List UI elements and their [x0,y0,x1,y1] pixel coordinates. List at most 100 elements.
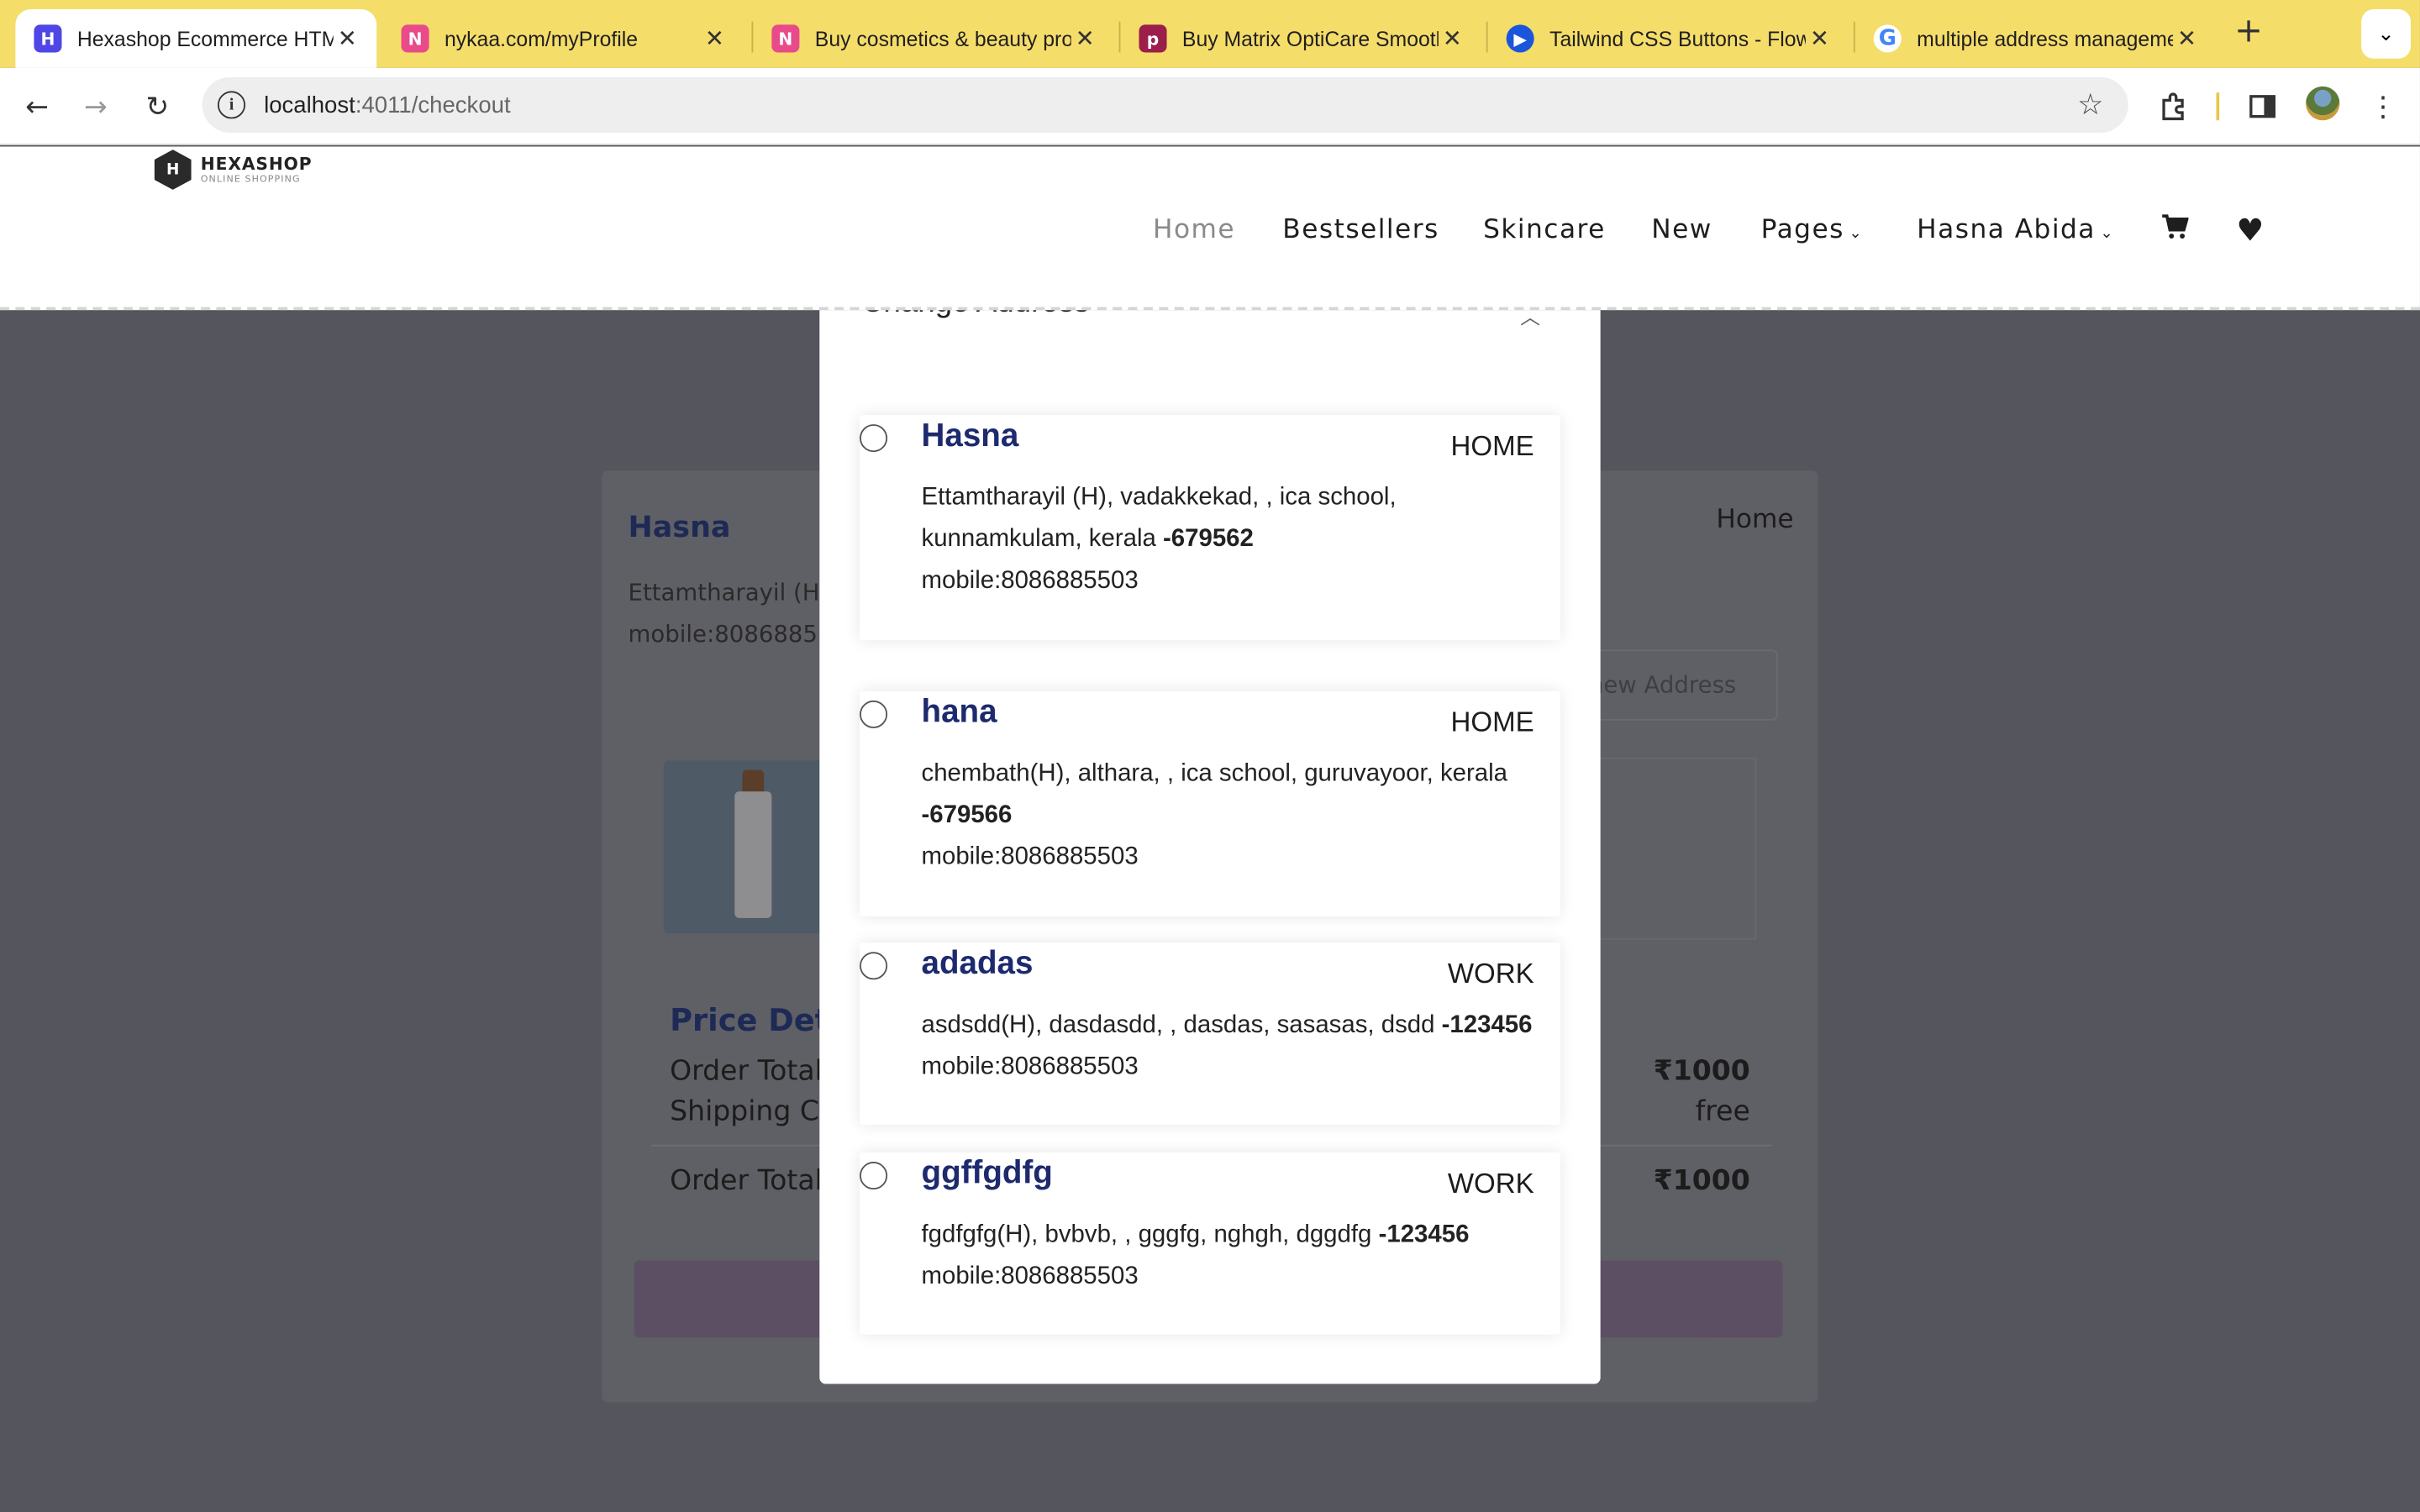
address-body: chembath(H), althara, , ica school, guru… [922,753,1539,878]
url-host: localhost [264,92,355,118]
new-tab-icon[interactable]: + [2232,14,2265,49]
logo-letter: H [166,160,180,179]
forward-arrow-icon[interactable]: → [77,88,114,125]
address-radio[interactable] [860,424,888,453]
tab-title: Buy Matrix OptiCare Smooth [1181,27,1439,50]
address-type: HOME [1450,706,1534,738]
play-favicon-icon: ▶ [1506,24,1534,53]
nav-user-label: Hasna Abida [1917,214,2096,246]
site-info-icon[interactable]: i [217,91,246,119]
toolbar-divider [2216,92,2220,121]
side-panel-icon[interactable] [2244,88,2281,125]
address-name: Hasna [921,417,1019,454]
site-header: H HEXASHOP ONLINE SHOPPING Home Bestsell… [0,146,2420,311]
address-card[interactable]: adadas WORK asdsdd(H), dasdasdd, , dasda… [860,942,1560,1125]
address-type: WORK [1447,958,1534,990]
address-name: adadas [921,945,1034,982]
cart-icon[interactable] [2160,214,2190,247]
address-type: WORK [1447,1168,1534,1200]
modal-title: Change Address [861,310,1090,321]
browser-toolbar: ← → ↻ i localhost:4011/checkout ☆ ⋮ [0,67,2420,145]
nav-pages[interactable]: Pages ⌄ [1761,214,1864,245]
address-mobile: mobile:8086885503 [921,843,1139,870]
nav-home[interactable]: Home [1153,214,1235,245]
tab-title: multiple address management [1917,27,2174,50]
tab-tailwind-buttons[interactable]: ▶ Tailwind CSS Buttons - Flowbite ✕ [1488,9,1849,68]
tab-title: Tailwind CSS Buttons - Flowbite [1549,27,1806,50]
heart-wishlist-icon[interactable]: ♥ [2236,212,2265,249]
selected-address-type: Home [1716,504,1794,536]
nav-bestsellers[interactable]: Bestsellers [1282,214,1439,245]
address-card[interactable]: Hasna HOME Ettamtharayil (H), vadakkekad… [860,415,1560,641]
chevron-down-icon: ⌄ [1849,225,1864,243]
address-text: fgdfgfg(H), bvbvb, , gggfg, nghgh, dggdf… [921,1221,1372,1248]
address-pincode: -123456 [1441,1011,1533,1039]
address-card[interactable]: hana HOME chembath(H), althara, , ica sc… [860,690,1560,916]
extensions-puzzle-icon[interactable] [2154,88,2191,125]
address-bar[interactable]: i localhost:4011/checkout ☆ [202,76,2128,133]
address-mobile: mobile:8086885503 [921,1263,1139,1290]
shipping-label: Shipping Ch [670,1095,837,1128]
address-type: HOME [1450,430,1534,462]
tab-title: nykaa.com/myProfile [444,27,639,50]
address-pincode: -679562 [1163,526,1254,553]
address-body: Ettamtharayil (H), vadakkekad, , ica sch… [922,477,1539,602]
page-content: Hasna Ettamtharayil (H), mobile:80868855… [0,146,2420,1512]
logo-name: HEXASHOP [200,153,313,174]
address-radio[interactable] [860,1162,888,1190]
address-pincode: -679566 [921,802,1013,829]
selected-address-mobile: mobile:80868855 [628,620,833,648]
address-text: Ettamtharayil (H), vadakkekad, , ica sch… [921,484,1397,553]
tab-nykaa-profile[interactable]: N nykaa.com/myProfile ✕ [383,9,744,68]
tab-title: Buy cosmetics & beauty products [814,27,1071,50]
browser-tab-bar: H Hexashop Ecommerce HTML ✕ N nykaa.com/… [0,0,2420,68]
nav-pages-label: Pages [1760,214,1844,246]
hexagon-logo-icon: H [154,150,192,190]
tab-matrix-opticare[interactable]: p Buy Matrix OptiCare Smooth ✕ [1120,9,1481,68]
close-tab-icon[interactable]: ✕ [2173,24,2201,52]
close-tab-icon[interactable]: ✕ [1439,24,1466,52]
back-arrow-icon[interactable]: ← [18,88,55,125]
hexashop-favicon-icon: H [34,24,62,53]
url-path: :4011/checkout [355,92,511,118]
address-radio[interactable] [860,700,888,728]
bookmark-star-icon[interactable]: ☆ [2077,88,2103,122]
tab-nykaa-cosmetics[interactable]: N Buy cosmetics & beauty products ✕ [753,9,1114,68]
change-address-modal: Change Address ︿ Hasna HOME Ettamtharayi… [819,310,1601,1384]
nav-skincare[interactable]: Skincare [1483,214,1606,245]
address-radio[interactable] [860,952,888,980]
grand-total-label: Order Total [670,1164,823,1198]
close-tab-icon[interactable]: ✕ [1071,24,1099,52]
profile-avatar[interactable] [2306,86,2340,121]
address-name: ggffgdfg [921,1155,1053,1191]
serum-bottle-shape [734,791,772,918]
logo-tagline: ONLINE SHOPPING [200,173,301,185]
url-text[interactable]: localhost:4011/checkout [264,92,511,118]
chevron-down-icon: ⌄ [2100,225,2115,243]
reload-icon[interactable]: ↻ [139,88,176,125]
selected-address-text: Ettamtharayil (H), mobile:80868855 [629,572,836,655]
collapse-chevron-icon[interactable]: ︿ [1520,310,1540,330]
address-card[interactable]: ggffgdfg WORK fgdfgfg(H), bvbvb, , gggfg… [860,1152,1560,1335]
p-favicon-icon: p [1139,24,1167,53]
hexashop-logo[interactable]: H HEXASHOP ONLINE SHOPPING [154,150,313,190]
nav-new[interactable]: New [1651,214,1712,245]
nykaa-favicon-icon: N [401,24,429,53]
close-tab-icon[interactable]: ✕ [701,24,729,52]
nykaa-favicon-icon: N [771,24,800,53]
address-text: chembath(H), althara, , ica school, guru… [921,760,1507,787]
tab-search-chevron-icon[interactable]: ⌄ [2361,9,2411,59]
close-tab-icon[interactable]: ✕ [334,24,361,52]
tab-google-search[interactable]: G multiple address management ✕ [1855,9,2217,68]
address-mobile: mobile:8086885503 [921,1053,1139,1080]
address-text: asdsdd(H), dasdasdd, , dasdas, sasasas, … [921,1011,1435,1039]
address-body: fgdfgfg(H), bvbvb, , gggfg, nghgh, dggdf… [922,1214,1539,1297]
tab-title: Hexashop Ecommerce HTML [76,27,334,50]
address-pincode: -123456 [1378,1221,1470,1248]
selected-address-name: Hasna [628,510,731,545]
nav-user-menu[interactable]: Hasna Abida ⌄ [1917,214,2114,245]
tab-hexashop[interactable]: H Hexashop Ecommerce HTML ✕ [15,9,377,68]
more-menu-icon[interactable]: ⋮ [2365,88,2402,125]
close-tab-icon[interactable]: ✕ [1806,24,1833,52]
google-favicon-icon: G [1873,24,1902,53]
